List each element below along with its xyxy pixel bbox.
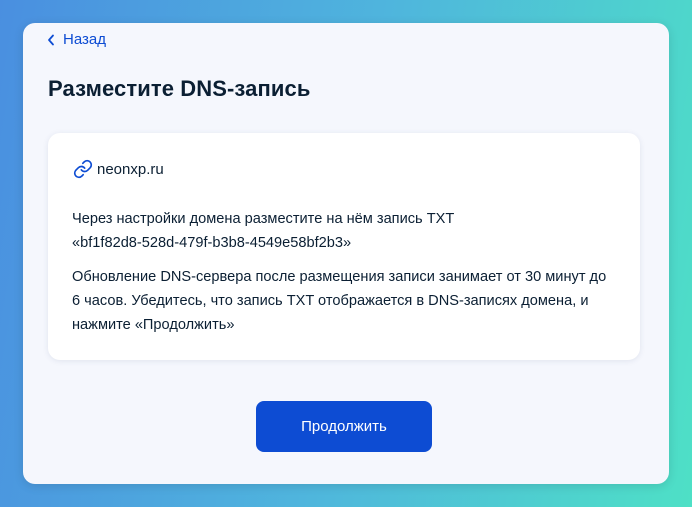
- chevron-left-icon: [47, 34, 55, 46]
- txt-record-value: «bf1f82d8-528d-479f-b3b8-4549e58bf2b3»: [72, 235, 352, 251]
- propagation-note: Обновление DNS-сервера после размещения …: [72, 269, 607, 333]
- dialog-panel: Назад Разместите DNS-запись neonxp.ru Че…: [23, 23, 669, 484]
- back-link-label: Назад: [63, 31, 106, 48]
- domain-name: neonxp.ru: [97, 160, 164, 178]
- page-title: Разместите DNS-запись: [48, 76, 311, 101]
- txt-instruction: Через настройки домена разместите на нём…: [72, 207, 620, 255]
- link-icon: [73, 159, 93, 179]
- continue-button[interactable]: Продолжить: [256, 401, 432, 452]
- instruction-text: Через настройки домена разместите на нём…: [72, 211, 455, 227]
- domain-row: neonxp.ru: [73, 159, 164, 179]
- back-link[interactable]: Назад: [47, 31, 106, 48]
- dns-record-card: neonxp.ru Через настройки домена размест…: [48, 133, 640, 360]
